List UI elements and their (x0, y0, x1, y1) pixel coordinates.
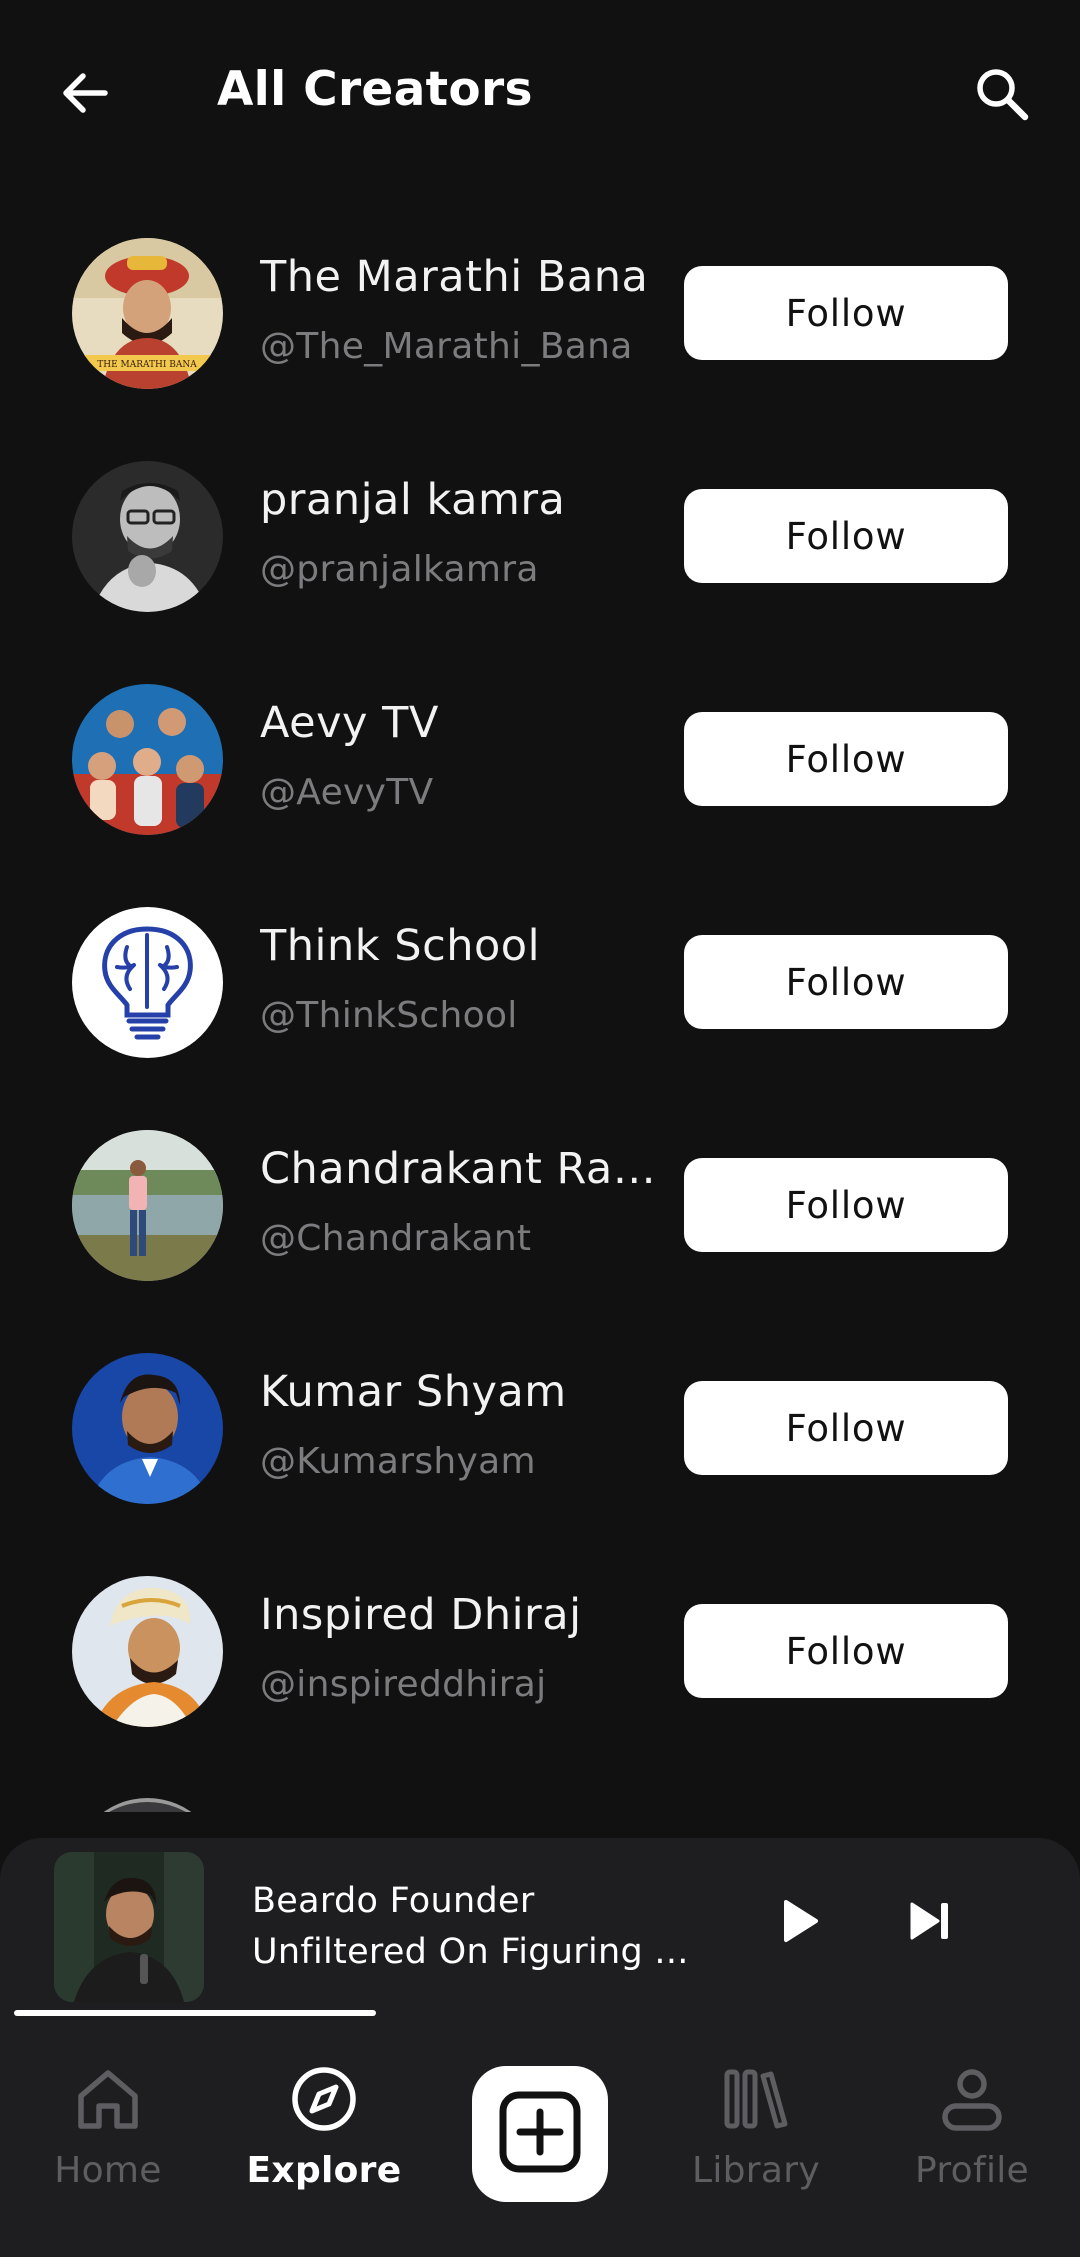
follow-button[interactable]: Follow (684, 712, 1008, 806)
nav-label: Home (54, 2150, 162, 2191)
nav-item-profile[interactable]: Profile (872, 2062, 1072, 2191)
nav-item-home[interactable]: Home (8, 2062, 208, 2191)
creator-name: Think School (260, 921, 541, 971)
nav-item-explore[interactable]: Explore (224, 2062, 424, 2191)
creator-avatar[interactable] (72, 684, 223, 835)
creator-row-chandrakant[interactable]: Chandrakant Raj... @Chandrakant Follow (0, 1130, 1080, 1290)
follow-button[interactable]: Follow (684, 1158, 1008, 1252)
next-button[interactable] (900, 1888, 960, 1958)
creator-row-aevy-tv[interactable]: Aevy TV @AevyTV Follow (0, 684, 1080, 844)
creator-row-the-marathi-bana[interactable]: THE MARATHI BANA The Marathi Bana @The_M… (0, 238, 1080, 398)
track-title-line-1: Beardo Founder (252, 1881, 535, 1921)
nav-item-library[interactable]: Library (656, 2062, 856, 2191)
follow-button[interactable]: Follow (684, 489, 1008, 583)
creator-name: Kumar Shyam (260, 1367, 567, 1417)
creator-handle: @The_Marathi_Bana (260, 326, 633, 367)
plus-square-icon (498, 2090, 582, 2178)
track-title-line-2: Unfiltered On Figuring ... (252, 1932, 689, 1972)
home-icon (71, 2062, 145, 2136)
nav-label: Explore (246, 2150, 402, 2191)
creator-avatar[interactable] (72, 1130, 223, 1281)
avatar-logo-text: THE MARATHI BANA (97, 360, 197, 370)
skip-next-icon (906, 1897, 954, 1949)
creator-row-think-school[interactable]: Think School @ThinkSchool Follow (0, 907, 1080, 1067)
track-title[interactable]: Beardo Founder Unfiltered On Figuring ..… (252, 1876, 712, 1978)
creator-name: Chandrakant Raj... (260, 1144, 665, 1194)
creator-avatar[interactable] (72, 1353, 223, 1504)
creator-name: Aevy TV (260, 698, 439, 748)
creator-avatar[interactable] (72, 907, 223, 1058)
creator-avatar[interactable]: THE MARATHI BANA (72, 238, 223, 389)
profile-icon (935, 2062, 1009, 2136)
creator-row-pranjal-kamra[interactable]: pranjal kamra @pranjalkamra Follow (0, 461, 1080, 621)
creator-avatar-partial[interactable] (72, 1798, 223, 1812)
creator-name: pranjal kamra (260, 475, 566, 525)
compass-icon (287, 2062, 361, 2136)
bottom-navigation: Home Explore Library Profile (0, 2028, 1080, 2257)
creators-list[interactable]: THE MARATHI BANA The Marathi Bana @The_M… (0, 0, 1080, 1812)
play-icon (778, 1897, 822, 1949)
playback-progress-fill (14, 2010, 377, 2016)
playback-progress[interactable] (14, 2010, 1064, 2016)
follow-button[interactable]: Follow (684, 1604, 1008, 1698)
creator-handle: @ThinkSchool (260, 995, 518, 1036)
creator-name: Inspired Dhiraj (260, 1590, 582, 1640)
creator-handle: @pranjalkamra (260, 549, 539, 590)
follow-button[interactable]: Follow (684, 1381, 1008, 1475)
follow-button[interactable]: Follow (684, 266, 1008, 360)
nav-label: Profile (914, 2150, 1030, 2191)
nav-label: Library (692, 2150, 820, 2191)
creator-avatar[interactable] (72, 461, 223, 612)
library-icon (719, 2062, 793, 2136)
all-creators-screen: All Creators THE MARATHI BANA The Marath… (0, 0, 1080, 2257)
creator-handle: @AevyTV (260, 772, 434, 813)
creator-row-inspired-dhiraj[interactable]: Inspired Dhiraj @inspireddhiraj Follow (0, 1576, 1080, 1736)
creator-row-kumar-shyam[interactable]: Kumar Shyam @Kumarshyam Follow (0, 1353, 1080, 1513)
creator-avatar[interactable] (72, 1576, 223, 1727)
mini-player[interactable]: Beardo Founder Unfiltered On Figuring ..… (0, 1838, 1080, 2028)
creator-handle: @Kumarshyam (260, 1441, 536, 1482)
creator-handle: @inspireddhiraj (260, 1664, 547, 1705)
creator-handle: @Chandrakant (260, 1218, 532, 1259)
creator-name: The Marathi Bana (260, 252, 649, 302)
play-button[interactable] (770, 1888, 830, 1958)
create-button[interactable] (472, 2066, 608, 2202)
track-thumbnail[interactable] (54, 1852, 204, 2002)
follow-button[interactable]: Follow (684, 935, 1008, 1029)
